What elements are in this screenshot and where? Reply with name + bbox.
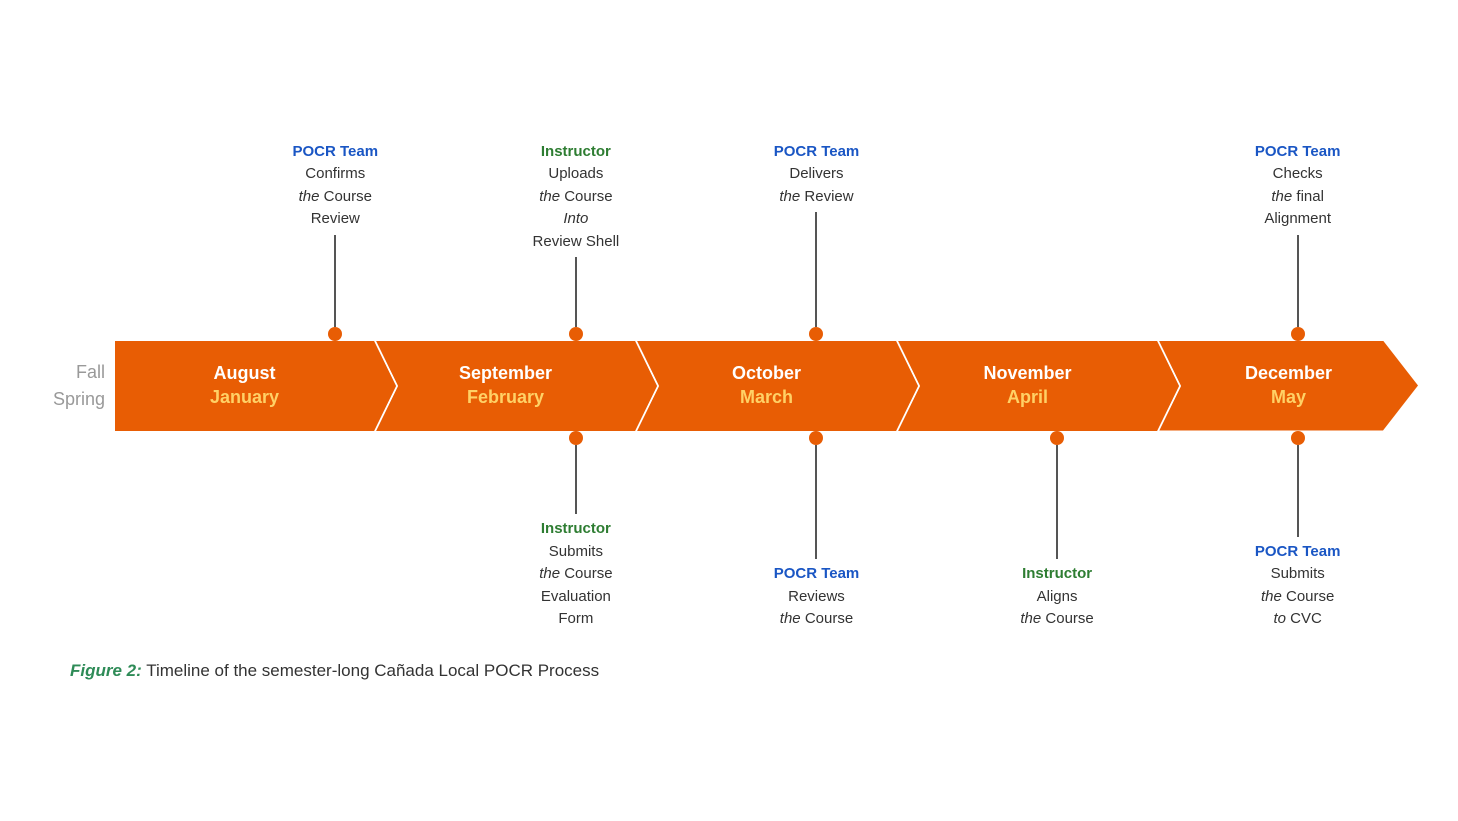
- top-ann-col-aug-jan: POCR TeamConfirmsthe CourseReview: [215, 141, 456, 341]
- top-ann-text-oct-mar: POCR TeamDeliversthe Review: [774, 141, 860, 209]
- month-spring-nov-apr: April: [1007, 386, 1048, 409]
- bottom-ann-col-oct-mar: POCR TeamReviewsthe Course: [696, 431, 937, 631]
- bottom-ann-text-nov-apr: InstructorAlignsthe Course: [1020, 563, 1093, 631]
- timeline-section: Fall Spring AugustJanuarySeptemberFebrua…: [40, 341, 1418, 431]
- timeline-segment-oct-mar: OctoberMarch: [637, 341, 896, 431]
- bottom-ann-col-sep-feb: InstructorSubmitsthe CourseEvaluationFor…: [456, 431, 697, 631]
- figure-text: Timeline of the semester-long Cañada Loc…: [146, 661, 599, 680]
- month-fall-sep-feb: September: [459, 362, 552, 385]
- timeline-segment-aug-jan: AugustJanuary: [115, 341, 374, 431]
- timeline-segment-sep-feb: SeptemberFebruary: [376, 341, 635, 431]
- season-fall: Fall: [40, 359, 105, 386]
- month-fall-aug-jan: August: [214, 362, 276, 385]
- top-annotations-section: POCR TeamConfirmsthe CourseReview Instruc…: [40, 141, 1418, 341]
- month-fall-dec-may: December: [1245, 362, 1332, 385]
- bottom-annotations-section: InstructorSubmitsthe CourseEvaluationFor…: [40, 431, 1418, 631]
- month-fall-nov-apr: November: [983, 362, 1071, 385]
- top-ann-col-oct-mar: POCR TeamDeliversthe Review: [696, 141, 937, 341]
- top-ann-text-dec-may: POCR TeamChecksthe finalAlignment: [1255, 141, 1341, 231]
- timeline-segment-dec-may: DecemberMay: [1159, 341, 1418, 431]
- figure-label: Figure 2:: [70, 661, 142, 680]
- month-spring-dec-may: May: [1271, 386, 1306, 409]
- month-spring-aug-jan: January: [210, 386, 279, 409]
- month-spring-sep-feb: February: [467, 386, 544, 409]
- season-labels: Fall Spring: [40, 359, 105, 413]
- timeline-segment-nov-apr: NovemberApril: [898, 341, 1157, 431]
- month-fall-oct-mar: October: [732, 362, 801, 385]
- month-spring-oct-mar: March: [740, 386, 793, 409]
- bottom-ann-col-nov-apr: InstructorAlignsthe Course: [937, 431, 1178, 631]
- season-spring: Spring: [40, 386, 105, 413]
- figure-caption: Figure 2: Timeline of the semester-long …: [40, 661, 599, 681]
- timeline-arrow: AugustJanuarySeptemberFebruaryOctoberMar…: [115, 341, 1418, 431]
- diagram-wrapper: POCR TeamConfirmsthe CourseReview Instruc…: [40, 141, 1418, 631]
- top-ann-col-sep-feb: InstructorUploadsthe CourseIntoReview Sh…: [456, 141, 697, 341]
- main-container: POCR TeamConfirmsthe CourseReview Instruc…: [0, 0, 1458, 821]
- top-ann-col-dec-may: POCR TeamChecksthe finalAlignment: [1177, 141, 1418, 341]
- bottom-ann-text-dec-may: POCR TeamSubmitsthe Courseto CVC: [1255, 541, 1341, 631]
- top-ann-text-sep-feb: InstructorUploadsthe CourseIntoReview Sh…: [533, 141, 620, 254]
- bottom-ann-text-oct-mar: POCR TeamReviewsthe Course: [774, 563, 860, 631]
- bottom-ann-text-sep-feb: InstructorSubmitsthe CourseEvaluationFor…: [539, 518, 612, 631]
- bottom-ann-col-dec-may: POCR TeamSubmitsthe Courseto CVC: [1177, 431, 1418, 631]
- top-ann-text-aug-jan: POCR TeamConfirmsthe CourseReview: [293, 141, 379, 231]
